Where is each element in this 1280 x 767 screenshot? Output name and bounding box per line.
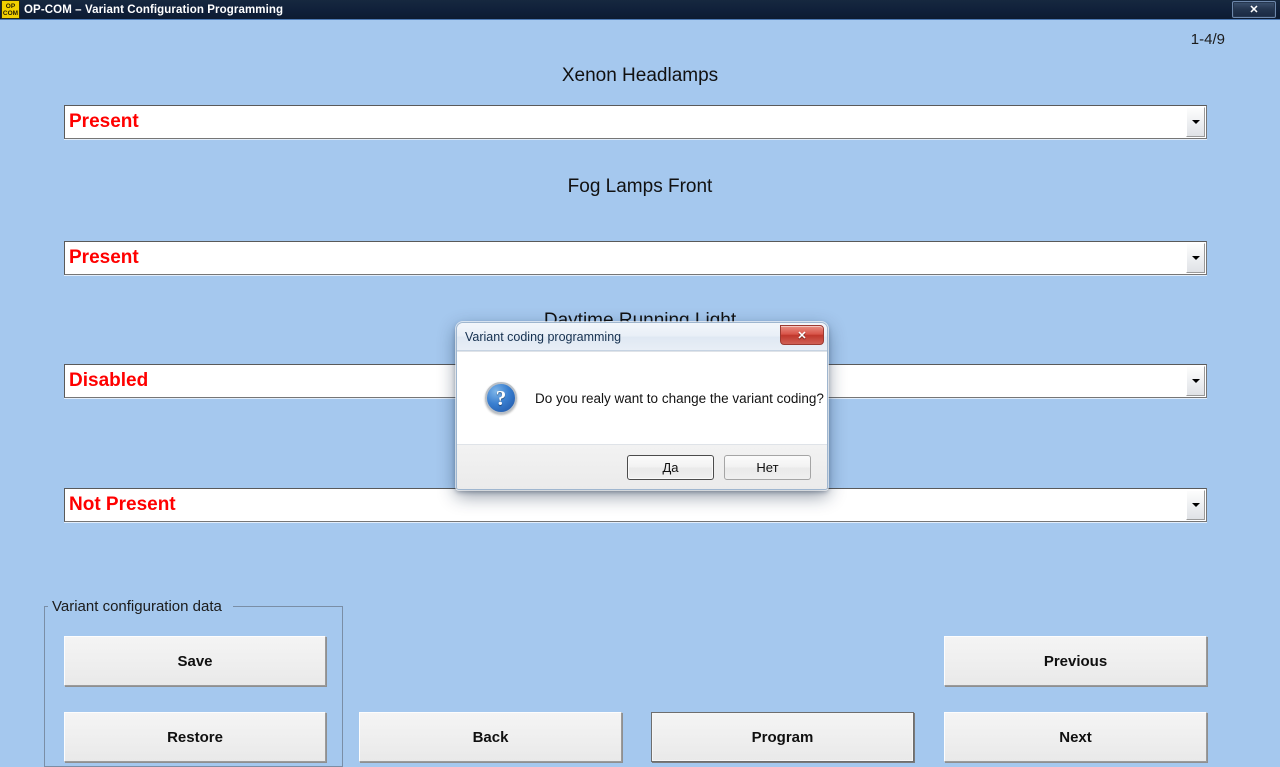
dialog-message: Do you realy want to change the variant … [535,390,824,406]
dialog-footer: Да Нет [457,445,827,489]
dialog-titlebar: Variant coding programming ✕ [457,323,827,351]
dialog-no-label: Нет [756,459,779,475]
field-label-fog-lamps-front: Fog Lamps Front [567,176,713,197]
question-icon: ? [485,382,517,414]
dialog-title: Variant coding programming [465,329,622,344]
combobox-value-fourth-option: Not Present [69,494,176,515]
program-button[interactable]: Program [651,712,914,762]
dialog-yes-button[interactable]: Да [627,454,714,480]
close-icon: ✕ [797,329,807,342]
variant-coding-dialog: Variant coding programming ✕ ? Do you re… [456,322,828,490]
page-counter: 1-4/9 [1190,31,1225,48]
dialog-no-button[interactable]: Нет [724,454,811,480]
previous-button-label: Previous [1043,652,1108,670]
combobox-value-xenon-headlamps: Present [69,111,139,132]
opcom-logo-icon: OP COM [1,0,20,19]
close-icon: ✕ [1249,4,1259,16]
chevron-down-icon[interactable] [1186,490,1205,520]
save-button[interactable]: Save [64,636,326,686]
window-title: OP-COM – Variant Configuration Programmi… [24,3,284,16]
combobox-value-fog-lamps-front: Present [69,247,139,268]
dialog-yes-label: Да [662,459,679,475]
chevron-down-icon[interactable] [1186,107,1205,137]
chevron-down-icon[interactable] [1186,366,1205,396]
restore-button[interactable]: Restore [64,712,326,762]
field-label-xenon-headlamps: Xenon Headlamps [561,65,719,86]
combobox-fourth-option[interactable]: Not Present [64,488,1207,522]
program-button-label: Program [751,728,814,746]
previous-button[interactable]: Previous [944,636,1207,686]
combobox-xenon-headlamps[interactable]: Present [64,105,1207,139]
next-button-label: Next [1059,728,1092,746]
window-titlebar: OP COM OP-COM – Variant Configuration Pr… [0,0,1280,20]
back-button[interactable]: Back [359,712,622,762]
window-close-button[interactable]: ✕ [1232,1,1276,18]
save-button-label: Save [177,652,213,670]
question-icon-glyph: ? [495,385,507,410]
next-button[interactable]: Next [944,712,1207,762]
chevron-down-icon[interactable] [1186,243,1205,273]
combobox-fog-lamps-front[interactable]: Present [64,241,1207,275]
restore-button-label: Restore [167,728,223,746]
logo-top-text: OP [5,2,16,10]
back-button-label: Back [472,728,509,746]
dialog-close-button[interactable]: ✕ [780,325,824,345]
logo-bottom-text: COM [2,9,19,17]
dialog-body: ? Do you realy want to change the varian… [457,351,827,445]
groupbox-title: Variant configuration data [48,598,226,615]
